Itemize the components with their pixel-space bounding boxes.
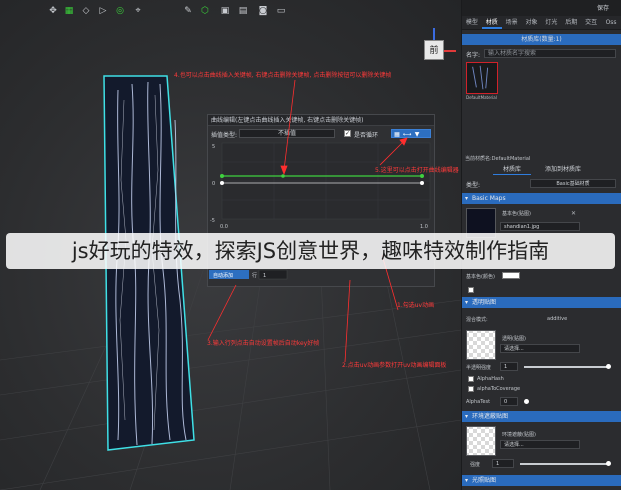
material-type-select[interactable]: Basic基础材质 [530, 179, 616, 188]
blend-mode-value[interactable]: additive [547, 316, 567, 322]
alpha-coverage-label: alphaToCoverage [477, 386, 521, 392]
section-basic-maps[interactable]: Basic Maps [462, 193, 621, 204]
caption-banner: js好玩的特效，探索JS创意世界，趣味特效制作指南 [6, 233, 615, 269]
tab-post[interactable]: 后期 [561, 16, 581, 29]
alpha-hash-checkbox[interactable] [468, 376, 474, 382]
base-color-label: 基本色(颜色) [466, 274, 495, 280]
alpha-hash-label: AlphaHash [477, 376, 504, 382]
alpha-test-input[interactable]: 0 [500, 397, 518, 406]
name-label: 名字: [466, 52, 481, 59]
transparent-map-swatch[interactable] [466, 330, 496, 360]
opacity-slider[interactable] [524, 366, 609, 368]
env-intensity-label: 强度 [470, 462, 481, 468]
current-material-name: 当前材质名:DefaultMaterial [465, 156, 531, 162]
base-color-swatch[interactable] [502, 272, 520, 279]
env-intensity-slider-knob[interactable] [606, 461, 611, 466]
blend-mode-label: 混合模式: [466, 317, 488, 323]
tab-material[interactable]: 材质 [481, 16, 502, 29]
section-env-occlusion[interactable]: 环境遮蔽贴图 [462, 411, 621, 422]
tab-object[interactable]: 对象 [522, 16, 542, 29]
tab-light[interactable]: 灯光 [542, 16, 562, 29]
tab-interact[interactable]: 交互 [581, 16, 601, 29]
section-light-map[interactable]: 光照贴图 [462, 475, 621, 486]
name-search-row: 名字: 输入材质名字搜索 [462, 48, 621, 60]
base-map-label: 基本色(贴图) [502, 211, 531, 217]
env-map-label: 环境遮蔽(贴图) [502, 432, 536, 438]
env-intensity-input[interactable]: 1 [492, 459, 514, 468]
annotation-3: 3.输入行列点击自动设置帧后自动key好帧 [207, 340, 320, 347]
panel-tabs: 模型 材质 场景 对象 灯光 后期 交互 Oss [462, 16, 621, 30]
opacity-input[interactable]: 1 [500, 362, 518, 371]
opacity-slider-knob[interactable] [606, 364, 611, 369]
panel-top-bar: 保存 [462, 0, 621, 16]
env-map-swatch[interactable] [466, 426, 496, 456]
alpha-coverage-checkbox[interactable] [468, 386, 474, 392]
material-thumbnail[interactable] [466, 62, 498, 94]
save-button[interactable]: 保存 [597, 3, 609, 12]
add-to-library-button[interactable]: 添加到材质库 [535, 164, 591, 175]
material-type-row: 类型: Basic基础材质 [462, 178, 621, 189]
annotation-4: 4.也可以点击曲线插入关键帧, 右键点击删除关键帧, 点击删除按钮可以删除关键帧 [174, 72, 392, 79]
uv-anim-checkbox[interactable] [468, 287, 474, 293]
tab-oss[interactable]: Oss [601, 16, 621, 29]
base-map-file-field[interactable]: shandian1.jpg [500, 222, 580, 231]
transparent-map-choose[interactable]: 请选择... [500, 344, 580, 353]
annotation-1: 1.勾选uv动画 [397, 302, 435, 309]
tab-scene[interactable]: 场景 [502, 16, 522, 29]
env-intensity-slider[interactable] [520, 463, 609, 465]
section-transparent[interactable]: 透明贴图 [462, 297, 621, 308]
annotation-2: 2.点击uv动画参数打开uv动画编辑面板 [342, 362, 447, 369]
material-thumbnail-label: DefaultMaterial [466, 95, 497, 100]
alpha-test-label: AlphaTest [466, 399, 491, 405]
annotation-5: 5.这里可以点击打开曲线编辑器 [375, 167, 459, 174]
material-search-input[interactable]: 输入材质名字搜索 [484, 49, 616, 58]
material-library-button[interactable]: 材质库 [492, 164, 531, 175]
env-map-choose[interactable]: 请选择... [500, 440, 580, 449]
alpha-test-slider-knob[interactable] [524, 399, 529, 404]
opacity-label: 半透明强度 [466, 365, 492, 371]
library-buttons: 材质库 添加到材质库 [462, 164, 621, 175]
material-type-label: 类型: [466, 182, 481, 189]
material-library-header: 材质库(数量:1) [462, 34, 621, 45]
remove-map-icon[interactable]: ✕ [571, 210, 576, 217]
tab-model[interactable]: 模型 [462, 16, 482, 29]
transparent-map-label: 透明(贴图) [502, 336, 526, 342]
material-preview-icon [472, 65, 489, 90]
